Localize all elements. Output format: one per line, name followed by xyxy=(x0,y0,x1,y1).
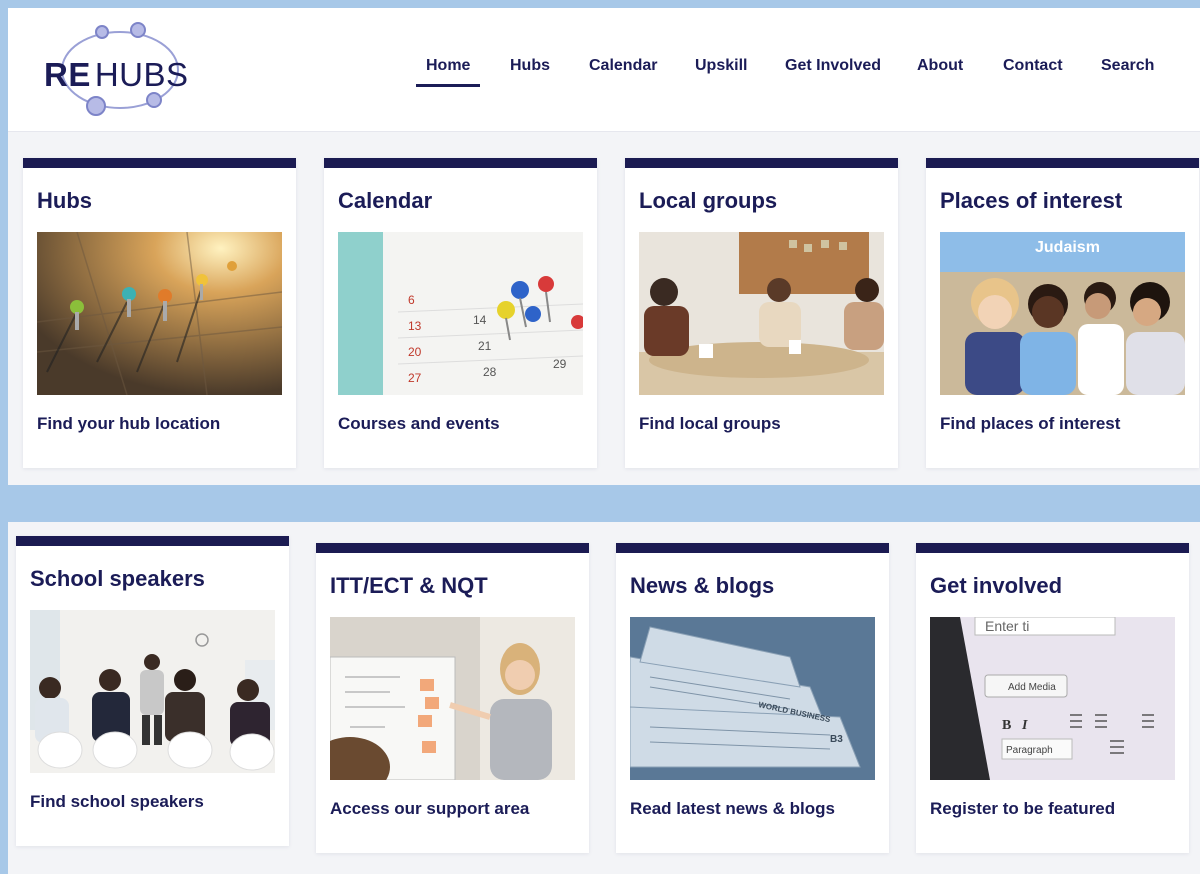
card-title: Hubs xyxy=(37,188,92,213)
cal-num-27: 27 xyxy=(408,371,422,385)
cal-num-6: 6 xyxy=(408,293,415,307)
editor-add-media-text: Add Media xyxy=(1008,682,1056,693)
newspapers-image: WORLD BUSINESS B3 xyxy=(630,617,875,780)
svg-text:B: B xyxy=(1002,718,1011,733)
card-accent-bar xyxy=(316,543,589,553)
card-link[interactable]: Read latest news & blogs xyxy=(630,799,835,819)
card-link[interactable]: Find your hub location xyxy=(37,414,220,434)
card-title: School speakers xyxy=(30,566,205,591)
cal-num-20: 20 xyxy=(408,345,422,359)
card-link[interactable]: Access our support area xyxy=(330,799,529,819)
card-title: Get involved xyxy=(930,573,1063,598)
editor-enter-text: Enter ti xyxy=(985,618,1029,634)
top-panel: RE HUBS Home Hubs Calendar Upskill Get In… xyxy=(8,8,1200,485)
meeting-image xyxy=(639,232,884,395)
nav-calendar[interactable]: Calendar xyxy=(589,54,657,90)
cal-num-13: 13 xyxy=(408,319,422,333)
cal-num-28: 28 xyxy=(483,365,497,379)
card-places-of-interest[interactable]: Places of interest Judaism Find places o… xyxy=(926,158,1199,468)
logo[interactable]: RE HUBS xyxy=(38,18,198,118)
card-link[interactable]: Courses and events xyxy=(338,414,500,434)
editor-paragraph-text: Paragraph xyxy=(1006,745,1053,756)
card-local-groups[interactable]: Local groups Find local groups xyxy=(625,158,898,468)
nav-get-involved[interactable]: Get Involved xyxy=(785,54,881,90)
nav-contact[interactable]: Contact xyxy=(1003,54,1063,90)
judaism-poster-text: Judaism xyxy=(1035,239,1100,256)
card-news-blogs[interactable]: News & blogs WORLD BUSINESS B3 Read late… xyxy=(616,543,889,853)
nav-home[interactable]: Home xyxy=(415,54,482,90)
news-page-text: B3 xyxy=(830,734,843,745)
card-link[interactable]: Find places of interest xyxy=(940,414,1120,434)
site-header: RE HUBS Home Hubs Calendar Upskill Get In… xyxy=(8,8,1200,132)
teacher-image xyxy=(330,617,575,780)
card-itt-ect-nqt[interactable]: ITT/ECT & NQT Access our support area xyxy=(316,543,589,853)
card-get-involved[interactable]: Get involved Enter ti Add Media BI Parag xyxy=(916,543,1189,853)
card-accent-bar xyxy=(625,158,898,168)
card-title: Calendar xyxy=(338,188,433,213)
card-accent-bar xyxy=(324,158,597,168)
map-pins-image xyxy=(37,232,282,395)
card-link[interactable]: Register to be featured xyxy=(930,799,1115,819)
svg-text:I: I xyxy=(1021,718,1028,733)
nav-search[interactable]: Search xyxy=(1101,54,1154,90)
card-accent-bar xyxy=(916,543,1189,553)
cal-num-21: 21 xyxy=(478,339,492,353)
card-accent-bar xyxy=(23,158,296,168)
card-title: Local groups xyxy=(639,188,778,213)
card-accent-bar xyxy=(616,543,889,553)
card-link[interactable]: Find local groups xyxy=(639,414,781,434)
cal-num-14: 14 xyxy=(473,313,487,327)
logo-hubs: HUBS xyxy=(94,56,189,93)
calendar-pins-image: 6 13 20 27 14 21 28 29 xyxy=(338,232,583,395)
card-school-speakers[interactable]: School speakers Find school speakers xyxy=(16,536,289,846)
bottom-panel: School speakers Find school speakers ITT… xyxy=(8,522,1200,874)
card-title: Places of interest xyxy=(940,188,1123,213)
logo-re: RE xyxy=(44,56,91,93)
card-accent-bar xyxy=(16,536,289,546)
nav-about[interactable]: About xyxy=(917,54,963,90)
children-image: Judaism xyxy=(940,232,1185,395)
card-title: ITT/ECT & NQT xyxy=(330,573,488,598)
card-hubs[interactable]: Hubs Find your hub location xyxy=(23,158,296,468)
cal-num-29: 29 xyxy=(553,357,567,371)
logo-text: RE HUBS xyxy=(44,56,189,94)
editor-image: Enter ti Add Media BI Paragraph xyxy=(930,617,1175,780)
nav-upskill[interactable]: Upskill xyxy=(695,54,747,90)
card-calendar[interactable]: Calendar 6 13 20 27 14 21 28 29 Courses … xyxy=(324,158,597,468)
speaker-image xyxy=(30,610,275,773)
nav-hubs[interactable]: Hubs xyxy=(510,54,550,90)
card-accent-bar xyxy=(926,158,1199,168)
card-link[interactable]: Find school speakers xyxy=(30,792,204,812)
card-title: News & blogs xyxy=(630,573,775,598)
